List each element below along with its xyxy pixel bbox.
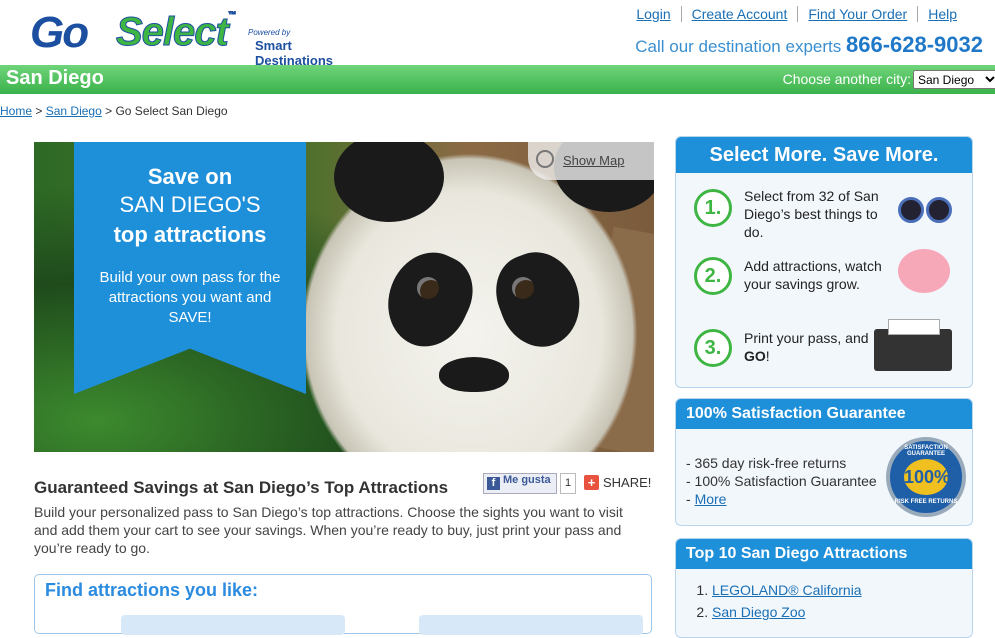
- step-2-text: Add attractions, watch your savings grow…: [744, 258, 882, 292]
- breadcrumb-sep: >: [35, 104, 43, 118]
- step-2-badge: 2.: [694, 257, 732, 295]
- guarantee-panel: 100% Satisfaction Guarantee - 365 day ri…: [675, 398, 973, 526]
- like-count: 1: [560, 473, 576, 494]
- panda-eye: [417, 277, 439, 299]
- show-map-button[interactable]: Show Map: [528, 142, 654, 180]
- seal-top-text: SATISFACTION GUARANTEE: [904, 445, 948, 457]
- logo-select-text: Select™: [116, 10, 237, 55]
- panda-nose: [439, 357, 509, 392]
- logo-go-text: Go: [30, 8, 89, 57]
- main-heading: Guaranteed Savings at San Diego’s Top At…: [34, 478, 449, 497]
- guarantee-list: - 365 day risk-free returns - 100% Satis…: [686, 454, 877, 508]
- find-attractions-title: Find attractions you like:: [45, 580, 259, 600]
- smart-destinations-text: Smart Destinations: [255, 38, 334, 68]
- choose-city-label: Choose another city:: [782, 71, 911, 87]
- crosshair-icon: [536, 150, 554, 168]
- plus-icon: +: [584, 475, 599, 490]
- city-select[interactable]: San Diego: [913, 70, 995, 89]
- find-order-link[interactable]: Find Your Order: [797, 6, 917, 22]
- step-3-badge: 3.: [694, 329, 732, 367]
- attraction-link[interactable]: LEGOLAND® California: [712, 582, 862, 598]
- step-1-text: Select from 32 of San Diego’s best thing…: [744, 188, 879, 240]
- step-3-text: Print your pass, and GO!: [744, 329, 894, 365]
- help-link[interactable]: Help: [917, 6, 967, 22]
- main-description: Build your personalized pass to San Dieg…: [34, 504, 623, 556]
- filter-box[interactable]: [121, 615, 345, 635]
- list-item: LEGOLAND® California: [712, 579, 862, 601]
- top-links: Login Create Account Find Your Order Hel…: [626, 6, 967, 22]
- show-map-link[interactable]: Show Map: [563, 153, 624, 168]
- list-item: - More: [686, 490, 877, 508]
- select-more-panel: Select More. Save More. 1. Select from 3…: [675, 136, 973, 388]
- filter-box[interactable]: [419, 615, 643, 635]
- promo-line-3: top attractions: [113, 222, 267, 247]
- breadcrumb: Home > San Diego > Go Select San Diego: [0, 104, 228, 118]
- attraction-link[interactable]: San Diego Zoo: [712, 604, 805, 620]
- find-attractions-panel: Find attractions you like:: [34, 574, 652, 635]
- login-link[interactable]: Login: [626, 6, 680, 22]
- facebook-like-button[interactable]: f Me gusta: [483, 473, 557, 494]
- binoculars-icon: [896, 189, 956, 225]
- city-title: San Diego: [6, 67, 104, 89]
- goselect-logo[interactable]: Go Select™ Powered by Smart Destinations: [30, 8, 370, 68]
- call-experts: Call our destination experts 866-628-903…: [635, 32, 983, 58]
- breadcrumb-city[interactable]: San Diego: [46, 104, 102, 118]
- top10-list: LEGOLAND® California San Diego Zoo: [678, 579, 862, 623]
- list-item: - 100% Satisfaction Guarantee: [686, 473, 877, 489]
- more-link[interactable]: More: [695, 491, 727, 507]
- share-label: SHARE!: [603, 475, 652, 490]
- hero-banner: Save on SAN DIEGO'S top attractions Buil…: [34, 142, 654, 452]
- promo-line-2: SAN DIEGO'S: [119, 192, 261, 217]
- breadcrumb-current: Go Select San Diego: [115, 104, 228, 118]
- seal-bottom-text: RISK FREE RETURNS: [894, 499, 958, 505]
- breadcrumb-sep: >: [105, 104, 113, 118]
- step-3-text-post: !: [765, 348, 770, 364]
- city-bar: San Diego Choose another city: San Diego: [0, 65, 995, 94]
- facebook-icon: f: [487, 477, 500, 490]
- promo-line-1: Save on: [147, 164, 233, 189]
- call-text: Call our destination experts: [635, 37, 842, 56]
- printer-icon: [874, 319, 952, 371]
- guarantee-title: 100% Satisfaction Guarantee: [676, 399, 972, 429]
- like-label: Me gusta: [503, 474, 551, 486]
- step-1-badge: 1.: [694, 189, 732, 227]
- step-3-text-go: GO: [744, 348, 766, 364]
- more-prefix: -: [686, 491, 695, 507]
- select-more-title: Select More. Save More.: [676, 137, 972, 173]
- piggy-bank-icon: [898, 249, 950, 293]
- seal-center-text: 100%: [904, 459, 950, 495]
- trademark-symbol: ™: [227, 10, 236, 20]
- phone-number: 866-628-9032: [845, 32, 983, 57]
- share-button[interactable]: + SHARE!: [584, 475, 651, 490]
- top10-title: Top 10 San Diego Attractions: [676, 539, 972, 569]
- promo-subtext: Build your own pass for the attractions …: [99, 269, 281, 326]
- guarantee-seal-icon: SATISFACTION GUARANTEE 100% RISK FREE RE…: [886, 437, 966, 517]
- powered-by-text: Powered by: [248, 28, 291, 37]
- create-account-link[interactable]: Create Account: [680, 6, 798, 22]
- top10-panel: Top 10 San Diego Attractions LEGOLAND® C…: [675, 538, 973, 638]
- step-3-text-pre: Print your pass, and: [744, 330, 869, 346]
- list-item: - 365 day risk-free returns: [686, 455, 847, 471]
- panda-eye: [512, 277, 534, 299]
- breadcrumb-home[interactable]: Home: [0, 104, 32, 118]
